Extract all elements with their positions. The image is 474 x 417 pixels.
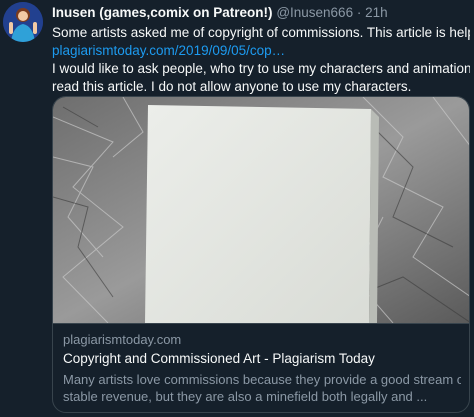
card-meta: plagiarismtoday.com Copyright and Commis… — [53, 323, 469, 412]
tweet-text-line-4: read this article. I do not allow anyone… — [52, 79, 412, 94]
author-handle[interactable]: @Inusen666 — [276, 5, 353, 20]
separator-dot: · — [356, 5, 362, 20]
timestamp[interactable]: 21h — [365, 5, 388, 20]
author-name[interactable]: Inusen (games,comix on Patreon!) — [52, 5, 273, 20]
tweet-header: Inusen (games,comix on Patreon!) @Inusen… — [52, 4, 470, 22]
article-link[interactable]: plagiarismtoday.com/2019/09/05/cop… — [52, 42, 470, 60]
card-title[interactable]: Copyright and Commissioned Art - Plagiar… — [63, 350, 461, 368]
tweet-text-line-3: I would like to ask people, who try to u… — [52, 61, 470, 76]
card-domain: plagiarismtoday.com — [63, 332, 182, 347]
avatar[interactable] — [3, 2, 43, 42]
avatar-illustration — [3, 2, 43, 42]
canvas-on-crumpled-paper-image — [53, 97, 469, 324]
tweet-text-line-1: Some artists asked me of copyright of co… — [52, 25, 470, 40]
tweet-content: Inusen (games,comix on Patreon!) @Inusen… — [52, 4, 470, 96]
card-description-line-1: Many artists love commissions because th… — [63, 372, 461, 387]
tweet-text: Some artists asked me of copyright of co… — [52, 24, 470, 96]
card-description: Many artists love commissions because th… — [63, 371, 461, 405]
link-preview-card[interactable]: plagiarismtoday.com Copyright and Commis… — [52, 96, 470, 413]
card-description-line-2: stable revenue, but they are also a mine… — [63, 389, 428, 404]
card-image[interactable] — [53, 97, 469, 324]
